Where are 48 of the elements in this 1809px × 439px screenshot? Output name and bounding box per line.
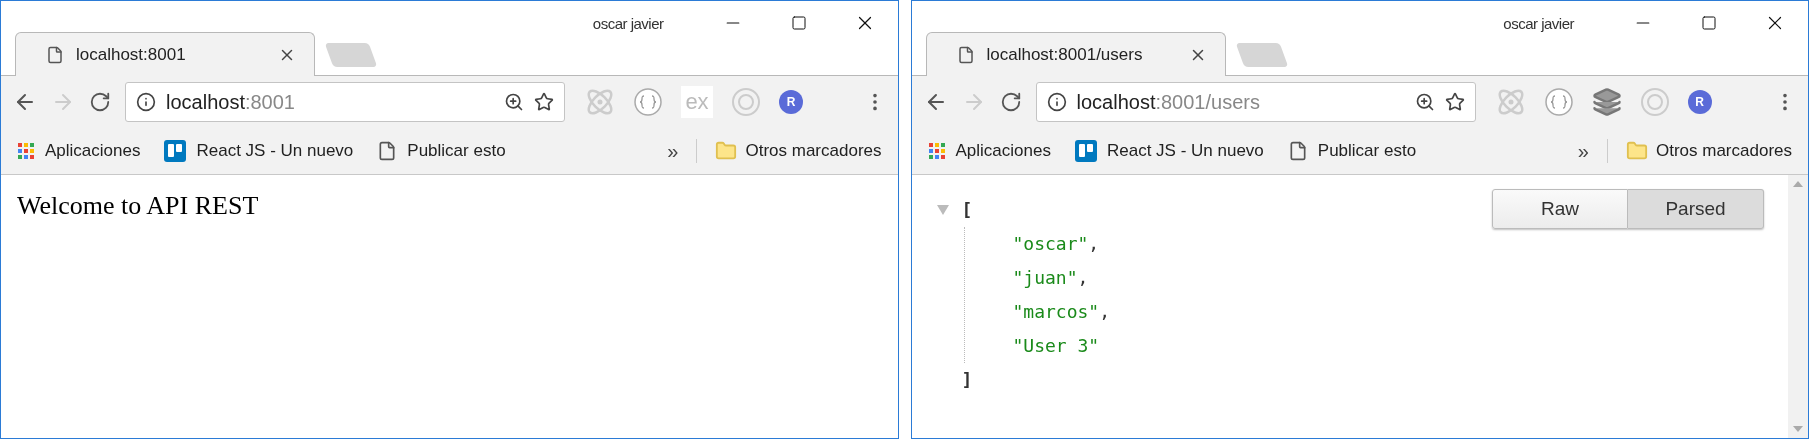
page-icon[interactable] xyxy=(46,45,64,64)
close-bracket: ] xyxy=(961,368,973,392)
star-icon[interactable] xyxy=(534,92,554,112)
apps-grid-icon xyxy=(17,142,35,160)
open-bracket: [ xyxy=(961,198,973,222)
bookmark[interactable]: Aplicaciones xyxy=(927,141,1051,161)
bookmark[interactable]: React JS - Un nuevo xyxy=(1074,140,1264,162)
info-icon[interactable] xyxy=(1046,92,1067,112)
page-text: Welcome to API REST xyxy=(16,190,260,222)
json-string: "oscar" xyxy=(1012,232,1089,256)
address-bar[interactable]: localhost:8001/users xyxy=(1035,82,1476,122)
info-icon[interactable] xyxy=(136,92,156,112)
comma: , xyxy=(1088,232,1100,256)
board-icon xyxy=(1074,140,1097,162)
maximize-icon[interactable] xyxy=(790,15,807,31)
bookmark[interactable]: React JS - Un nuevo xyxy=(164,140,354,162)
extension-badge[interactable]: R xyxy=(1687,90,1712,114)
extension-badge[interactable]: R xyxy=(779,90,803,114)
address-bar[interactable]: localhost:8001 xyxy=(125,82,565,122)
other-bookmarks[interactable]: Otros marcadores xyxy=(745,141,882,161)
zoom-icon[interactable] xyxy=(504,92,524,112)
browser-tab[interactable]: localhost:8001/users xyxy=(925,32,1226,76)
comma: , xyxy=(1077,266,1089,290)
profile-name[interactable]: oscar javier xyxy=(1503,15,1574,32)
profile-name[interactable]: oscar javier xyxy=(592,15,664,32)
json-string: "juan" xyxy=(1012,266,1078,290)
comma: , xyxy=(1099,300,1111,324)
view-toggle-button[interactable]: Raw xyxy=(1492,189,1628,229)
apps-grid-icon xyxy=(927,142,946,160)
json-string: "User 3" xyxy=(1012,334,1100,358)
maximize-icon[interactable] xyxy=(1701,15,1717,31)
bookmark[interactable]: Publicar esto xyxy=(377,141,506,161)
reload-icon[interactable] xyxy=(89,91,111,113)
zoom-icon[interactable] xyxy=(1414,92,1435,112)
reload-icon[interactable] xyxy=(999,91,1022,113)
bookmark[interactable]: Aplicaciones xyxy=(17,141,141,161)
bookmarks-overflow[interactable]: » xyxy=(1577,139,1589,163)
page-icon[interactable] xyxy=(956,45,975,64)
layers-icon[interactable] xyxy=(1591,87,1622,117)
star-icon[interactable] xyxy=(1444,92,1465,112)
json-string: "marcos" xyxy=(1012,300,1100,324)
page-icon[interactable] xyxy=(377,141,398,161)
browser-tab[interactable]: localhost:8001 xyxy=(15,32,315,76)
bookmark[interactable]: Publicar esto xyxy=(1287,141,1417,161)
board-icon xyxy=(164,140,187,162)
view-toggle-button[interactable]: Parsed xyxy=(1628,189,1764,229)
bookmarks-overflow[interactable]: » xyxy=(667,139,679,163)
other-bookmarks[interactable]: Otros marcadores xyxy=(1655,141,1792,161)
